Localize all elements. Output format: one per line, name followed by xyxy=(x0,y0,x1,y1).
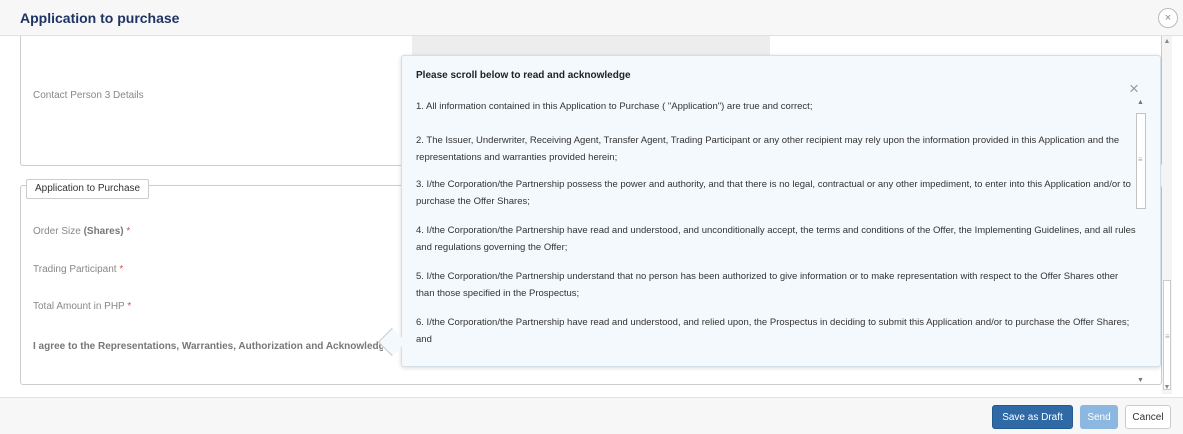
popover-scrollbar[interactable]: ▲ ≡ ▼ xyxy=(1135,96,1147,386)
agree-label[interactable]: I agree to the Representations, Warranti… xyxy=(33,341,383,352)
trading-participant-label: Trading Participant * xyxy=(33,264,123,275)
acknowledgement-item: 6. I/the Corporation/the Partnership hav… xyxy=(416,317,1130,345)
modal-title: Application to purchase xyxy=(20,10,180,26)
required-marker: * xyxy=(127,301,132,312)
close-modal-icon[interactable]: × xyxy=(1158,8,1178,28)
acknowledgement-item: 2. The Issuer, Underwriter, Receiving Ag… xyxy=(416,135,1120,163)
scroll-up-icon[interactable]: ▲ xyxy=(1137,99,1144,106)
contact-person-3-label: Contact Person 3 Details xyxy=(33,90,144,101)
required-marker: * xyxy=(119,264,124,275)
order-size-unit: (Shares) xyxy=(83,226,124,237)
send-button[interactable]: Send xyxy=(1080,405,1118,429)
save-as-draft-button[interactable]: Save as Draft xyxy=(992,405,1073,429)
acknowledgement-item: 1. All information contained in this App… xyxy=(416,101,813,112)
popover-close-icon[interactable]: × xyxy=(1129,80,1139,97)
required-marker: * xyxy=(126,226,131,237)
modal-scroll-grip-icon: ≡ xyxy=(1165,332,1170,341)
scroll-grip-icon: ≡ xyxy=(1138,155,1143,164)
scroll-down-icon[interactable]: ▼ xyxy=(1137,377,1144,384)
modal-scrollbar[interactable]: ▲ ≡ ▼ xyxy=(1162,36,1172,394)
modal-scroll-down-icon[interactable]: ▼ xyxy=(1163,384,1171,391)
acknowledgement-item: 3. I/the Corporation/the Partnership pos… xyxy=(416,179,1131,207)
total-amount-text: Total Amount in PHP xyxy=(33,301,125,312)
application-legend: Application to Purchase xyxy=(26,179,150,199)
order-size-label: Order Size (Shares) * xyxy=(33,226,130,237)
order-size-text: Order Size xyxy=(33,226,81,237)
acknowledgement-item: 4. I/the Corporation/the Partnership hav… xyxy=(416,225,1136,253)
total-amount-label: Total Amount in PHP * xyxy=(33,301,131,312)
acknowledgement-item: 5. I/the Corporation/the Partnership und… xyxy=(416,271,1119,299)
popover-title: Please scroll below to read and acknowle… xyxy=(416,70,631,81)
modal-scroll-up-icon[interactable]: ▲ xyxy=(1163,38,1171,45)
cancel-button[interactable]: Cancel xyxy=(1125,405,1171,429)
trading-participant-text: Trading Participant xyxy=(33,264,117,275)
modal-header: Application to purchase × xyxy=(0,0,1183,36)
